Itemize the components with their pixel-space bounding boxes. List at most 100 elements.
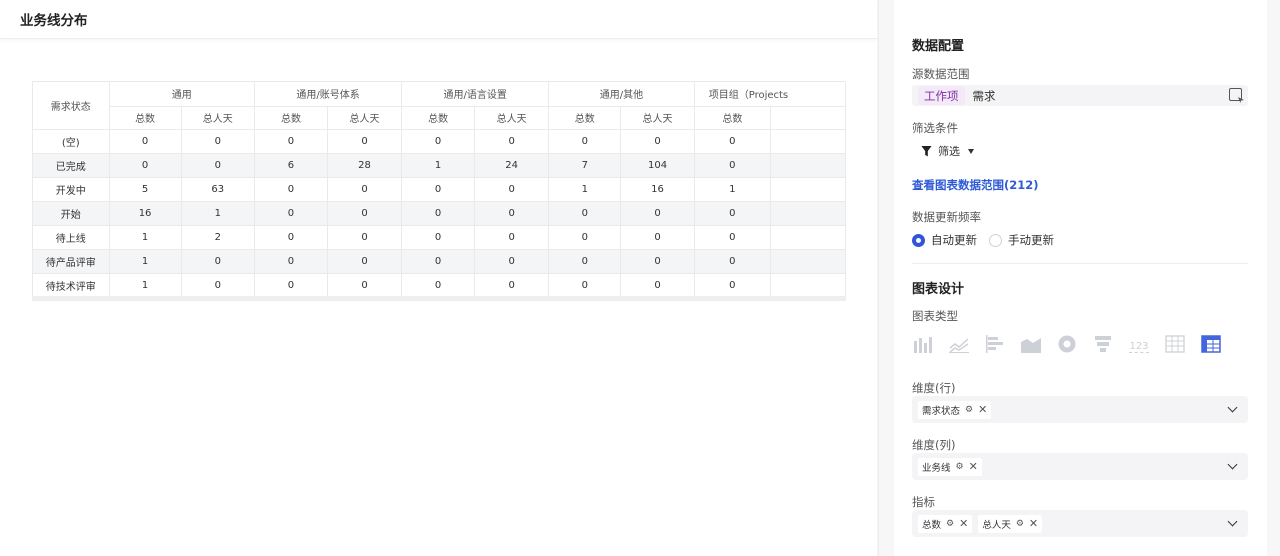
metric-header: 总数 <box>548 106 622 130</box>
table-cell: 1 <box>181 201 256 226</box>
chip-label: 业务线 <box>922 462 951 474</box>
table-horizontal-scrollbar[interactable] <box>32 296 846 301</box>
table-cell: 0 <box>620 249 695 274</box>
table-cell: 0 <box>401 177 476 202</box>
group-header: 通用/语言设置 <box>401 82 550 107</box>
chip-label: 总数 <box>922 519 942 531</box>
chart-type-label: 图表类型 <box>912 309 958 323</box>
table-cell: 0 <box>474 129 550 154</box>
table-cell: 0 <box>474 201 550 226</box>
table-cell: 0 <box>327 273 403 298</box>
refresh-radio-group: 自动更新 手动更新 <box>912 232 1054 248</box>
metric-chip: 总人天 ⚙ ✕ <box>978 514 1043 533</box>
funnel-chart-icon[interactable] <box>1092 331 1114 353</box>
row-label: 待上线 <box>33 225 110 250</box>
table-cell: 1 <box>548 177 622 202</box>
table-cell: 0 <box>548 225 622 250</box>
table-row: 待技术评审 1 0 0 0 0 0 0 0 0 <box>33 273 846 298</box>
table-cell: 1 <box>694 177 771 202</box>
source-value: 需求 <box>972 88 996 103</box>
table-cell: 0 <box>109 129 182 154</box>
table-cell: 7 <box>548 153 622 178</box>
chevron-down-icon[interactable] <box>1227 516 1238 527</box>
donut-chart-icon[interactable] <box>1056 331 1078 353</box>
manual-refresh-radio[interactable] <box>989 233 1002 247</box>
gear-icon[interactable]: ⚙ <box>956 462 964 472</box>
pivot-table-icon[interactable] <box>1200 331 1222 353</box>
table-cell: 0 <box>254 273 328 298</box>
view-data-range-link[interactable]: 查看图表数据范围(212) <box>912 177 1039 193</box>
close-icon[interactable]: ✕ <box>959 517 968 530</box>
table-cell: 0 <box>254 177 328 202</box>
table-cell: 104 <box>620 153 695 178</box>
select-pointer-icon[interactable] <box>1229 88 1242 101</box>
table-cell: 0 <box>181 273 256 298</box>
area-chart-icon[interactable] <box>1020 331 1042 353</box>
auto-refresh-label: 自动更新 <box>931 233 977 247</box>
horizontal-bar-icon[interactable] <box>984 331 1006 353</box>
table-cell: 0 <box>254 249 328 274</box>
group-header: 通用/账号体系 <box>254 82 403 107</box>
table-cell: 0 <box>401 273 476 298</box>
table-cell: 1 <box>401 153 476 178</box>
row-dimension-select[interactable]: 需求状态 ⚙ ✕ <box>912 396 1248 423</box>
auto-refresh-radio[interactable] <box>912 233 925 247</box>
table-cell: 0 <box>548 273 622 298</box>
row-label: 待产品评审 <box>33 249 110 274</box>
config-sidebar: 数据配置 源数据范围 工作项 需求 筛选条件 筛选 查看图表数据范围(212) … <box>878 0 1280 556</box>
source-range-label: 源数据范围 <box>912 67 970 81</box>
metric-header: 总数 <box>254 106 328 130</box>
close-icon[interactable]: ✕ <box>978 403 987 416</box>
chart-preview-area: 业务线分布 需求状态 通用 通用/账号体系 通用/语言设置 通用/其他 项目组（… <box>0 0 877 556</box>
chart-type-picker: 123 <box>912 331 1222 353</box>
table-cell: 1 <box>109 249 182 274</box>
table-cell: 0 <box>254 225 328 250</box>
table-cell: 0 <box>474 249 550 274</box>
metric-header-empty <box>770 106 846 130</box>
table-cell: 2 <box>181 225 256 250</box>
source-range-field[interactable]: 工作项 需求 <box>912 85 1248 106</box>
table-cell: 0 <box>327 249 403 274</box>
dimension-chip: 需求状态 ⚙ ✕ <box>918 400 992 419</box>
table-cell: 0 <box>327 129 403 154</box>
table-cell: 0 <box>620 273 695 298</box>
chevron-down-icon[interactable] <box>1227 459 1238 470</box>
number-card-icon[interactable]: 123 <box>1128 331 1150 353</box>
table-row: 开发中 5 63 0 0 0 0 1 16 1 <box>33 177 846 202</box>
table-cell-empty <box>770 273 846 298</box>
funnel-icon <box>921 145 932 157</box>
manual-refresh-label: 手动更新 <box>1008 233 1054 247</box>
close-icon[interactable]: ✕ <box>969 460 978 473</box>
gear-icon[interactable]: ⚙ <box>1016 519 1024 529</box>
table-cell: 0 <box>181 249 256 274</box>
metric-select[interactable]: 总数 ⚙ ✕ 总人天 ⚙ ✕ <box>912 510 1248 537</box>
table-cell: 0 <box>109 153 182 178</box>
group-header: 通用/其他 <box>548 82 695 107</box>
pivot-table: 需求状态 通用 通用/账号体系 通用/语言设置 通用/其他 项目组（Projec… <box>32 81 846 301</box>
table-cell: 0 <box>620 225 695 250</box>
metric-header: 总人天 <box>327 106 403 130</box>
row-dimension-label: 维度(行) <box>912 381 956 395</box>
table-row: (空) 0 0 0 0 0 0 0 0 0 <box>33 129 846 154</box>
table-cell: 0 <box>694 129 771 154</box>
column-dimension-select[interactable]: 业务线 ⚙ ✕ <box>912 453 1248 480</box>
gear-icon[interactable]: ⚙ <box>946 519 954 529</box>
metric-label: 指标 <box>912 495 935 509</box>
line-chart-icon[interactable] <box>948 331 970 353</box>
gear-icon[interactable]: ⚙ <box>965 405 973 415</box>
chart-design-title: 图表设计 <box>912 282 965 297</box>
table-cell: 0 <box>694 273 771 298</box>
filter-button[interactable]: 筛选 <box>921 143 974 159</box>
table-icon[interactable] <box>1164 331 1186 353</box>
metric-header: 总数 <box>694 106 771 130</box>
table-cell: 0 <box>694 249 771 274</box>
data-config-title: 数据配置 <box>912 39 965 54</box>
chevron-down-icon[interactable] <box>1227 402 1238 413</box>
caret-down-icon <box>968 148 974 154</box>
close-icon[interactable]: ✕ <box>1029 517 1038 530</box>
bar-chart-icon[interactable] <box>912 331 934 353</box>
table-cell: 0 <box>327 201 403 226</box>
chip-label: 需求状态 <box>922 405 961 417</box>
table-row: 开始 16 1 0 0 0 0 0 0 0 <box>33 201 846 226</box>
chart-header: 业务线分布 <box>0 0 877 39</box>
